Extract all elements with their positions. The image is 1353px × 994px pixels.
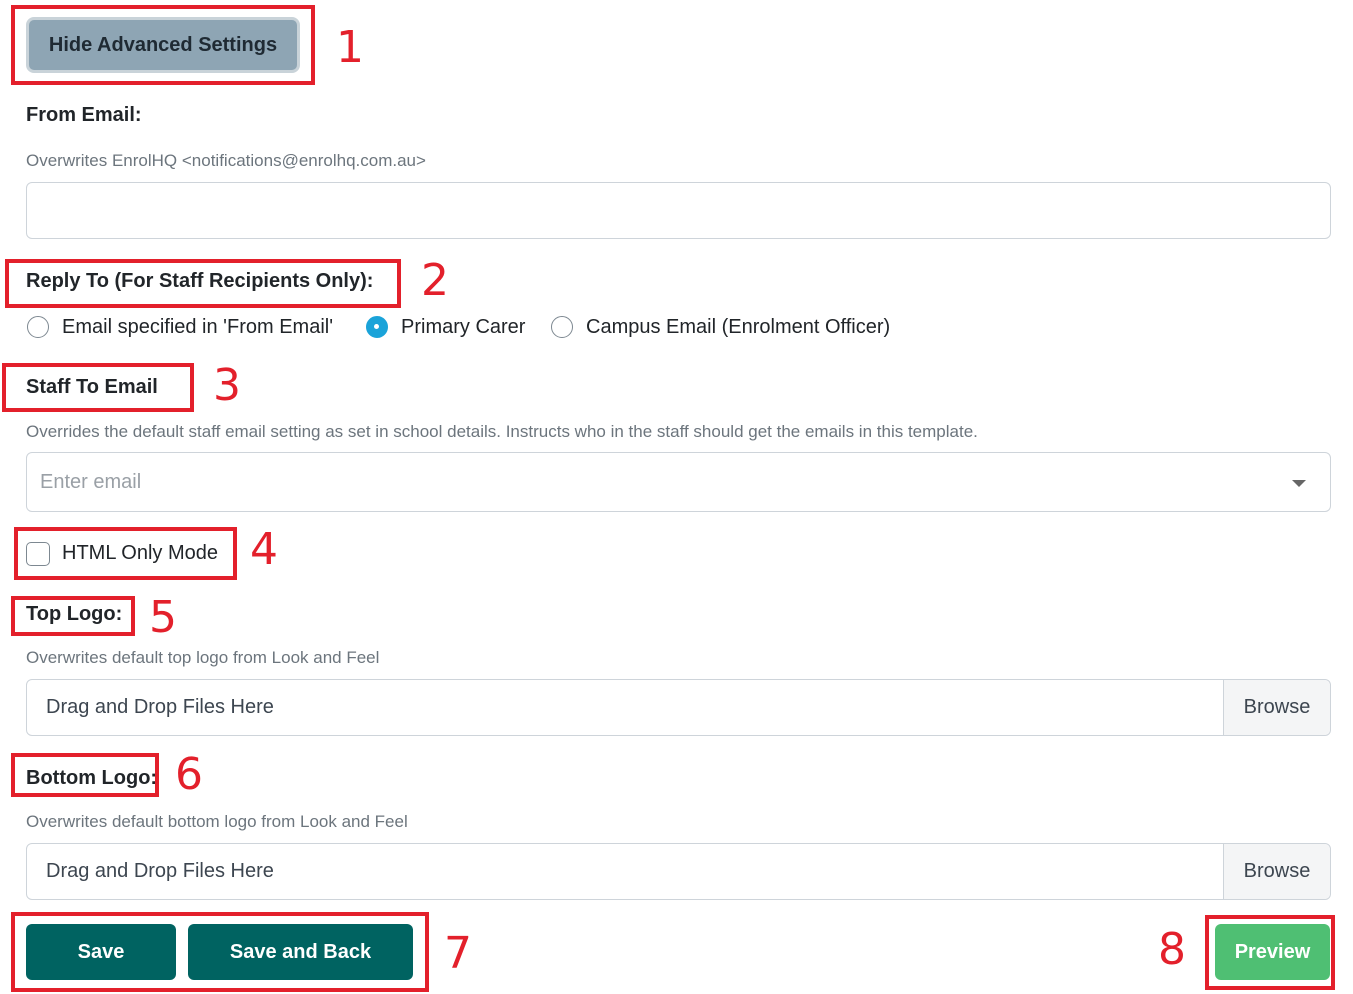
annotation-number-3: 3	[213, 360, 241, 411]
staff-to-email-help: Overrides the default staff email settin…	[26, 422, 978, 441]
top-logo-dropzone[interactable]: Drag and Drop Files Here Browse	[26, 679, 1331, 736]
top-logo-help: Overwrites default top logo from Look an…	[26, 648, 380, 667]
annotation-box-8	[1205, 915, 1335, 990]
annotation-number-1: 1	[336, 22, 364, 73]
annotation-box-2	[5, 259, 401, 308]
reply-to-primary-carer-radio[interactable]	[366, 316, 388, 338]
annotation-box-3	[2, 363, 194, 412]
annotation-number-2: 2	[421, 255, 449, 306]
bottom-logo-help: Overwrites default bottom logo from Look…	[26, 812, 408, 831]
reply-to-campus-email-label[interactable]: Campus Email (Enrolment Officer)	[586, 316, 890, 339]
bottom-logo-browse-button[interactable]: Browse	[1223, 844, 1330, 899]
from-email-label: From Email:	[26, 104, 142, 126]
annotation-number-8: 8	[1158, 924, 1186, 975]
annotation-box-4	[14, 527, 237, 580]
bottom-logo-dropzone[interactable]: Drag and Drop Files Here Browse	[26, 843, 1331, 900]
annotation-box-7	[11, 912, 429, 992]
annotation-box-5	[11, 596, 135, 636]
from-email-input[interactable]	[26, 182, 1331, 239]
reply-to-from-email-label[interactable]: Email specified in 'From Email'	[62, 316, 333, 339]
annotation-number-6: 6	[175, 749, 203, 800]
staff-to-email-placeholder: Enter email	[40, 471, 142, 493]
top-logo-drop-text: Drag and Drop Files Here	[46, 696, 274, 718]
annotation-box-1	[11, 5, 315, 85]
annotation-box-6	[11, 753, 159, 797]
from-email-help: Overwrites EnrolHQ <notifications@enrolh…	[26, 151, 426, 170]
bottom-logo-drop-text: Drag and Drop Files Here	[46, 860, 274, 882]
annotation-number-4: 4	[250, 524, 278, 575]
staff-to-email-select[interactable]: Enter email	[26, 452, 1331, 512]
annotation-number-7: 7	[444, 928, 472, 979]
reply-to-from-email-radio[interactable]	[27, 316, 49, 338]
reply-to-campus-email-radio[interactable]	[551, 316, 573, 338]
chevron-down-icon[interactable]	[1292, 480, 1306, 487]
reply-to-primary-carer-label[interactable]: Primary Carer	[401, 316, 525, 339]
annotation-number-5: 5	[149, 592, 177, 643]
top-logo-browse-button[interactable]: Browse	[1223, 680, 1330, 735]
